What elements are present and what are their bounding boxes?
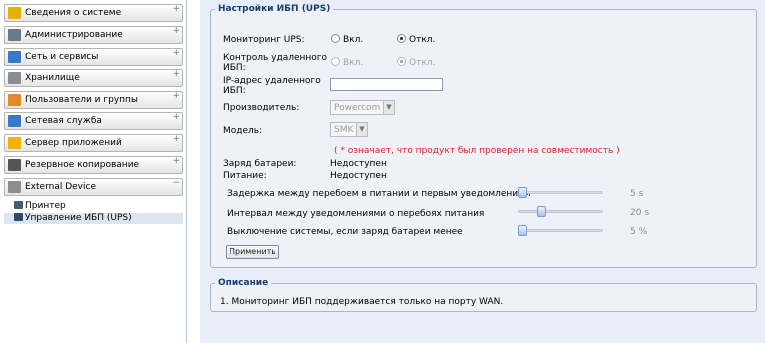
collapse-toggle-icon[interactable]: − [172,178,180,188]
main-panel: Настройки ИБП (UPS) Мониторинг UPS: Вкл.… [200,0,765,343]
ups-icon [14,213,23,221]
sidebar-item-app-server[interactable]: Сервер приложений + [4,134,183,152]
sidebar-subitem-printer[interactable]: Принтер [14,201,66,212]
sidebar-subitem-ups[interactable]: Управление ИБП (UPS) [14,213,132,224]
expand-toggle-icon[interactable]: + [172,156,180,166]
slider-track [518,229,603,232]
monitoring-off-radio[interactable]: Откл. [397,34,435,45]
network-service-icon [8,115,21,127]
interval-value: 20 s [630,208,650,218]
expand-toggle-icon[interactable]: + [172,112,180,122]
battery-value: Недоступен [330,159,387,169]
description-legend: Описание [218,278,269,288]
apply-button[interactable]: Применить [226,245,279,259]
power-label: Питание: [223,171,267,181]
monitoring-off-label: Откл. [409,35,436,45]
battery-label: Заряд батареи: [223,159,297,169]
storage-icon [8,72,21,84]
sidebar-item-label: External Device [25,182,96,192]
remote-ip-input[interactable] [330,78,443,91]
chevron-down-icon: ▼ [356,123,367,136]
expand-toggle-icon[interactable]: + [172,134,180,144]
radio-icon [331,34,340,43]
sidebar-item-label: Пользователи и группы [25,95,139,105]
chevron-down-icon: ▼ [383,101,394,114]
compatibility-note: ( * означает, что продукт был проверен н… [334,146,620,156]
sidebar-subitem-label: Принтер [25,201,66,211]
manufacturer-value: Powercom [334,103,381,113]
slider-track [518,191,603,194]
network-icon [8,51,21,63]
interval-slider[interactable] [518,206,603,218]
monitoring-on-label: Вкл. [343,35,364,45]
remote-control-label-line1: Контроль удаленного [223,53,328,63]
remote-ip-label-line1: IP-адрес удаленного [223,76,321,86]
radio-checked-icon [397,34,406,43]
backup-icon [8,159,21,171]
model-select[interactable]: SMK ▼ [330,122,368,137]
slider-thumb[interactable] [537,206,546,217]
sidebar-subitem-label: Управление ИБП (UPS) [25,213,132,223]
sidebar-item-network-services[interactable]: Сеть и сервисы + [4,48,183,66]
remote-control-label-line2: ИБП: [223,63,246,73]
remote-off-radio[interactable]: Откл. [397,57,435,68]
sidebar-item-network-service[interactable]: Сетевая служба + [4,112,183,130]
sidebar-item-storage[interactable]: Хранилище + [4,69,183,87]
expand-toggle-icon[interactable]: + [172,48,180,58]
power-value: Недоступен [330,171,387,181]
external-device-icon [8,181,21,193]
model-value: SMK [334,125,354,135]
expand-toggle-icon[interactable]: + [172,91,180,101]
app-server-icon [8,137,21,149]
sidebar-item-label: Сеть и сервисы [25,52,99,62]
sidebar-item-label: Резервное копирование [25,160,140,170]
expand-toggle-icon[interactable]: + [172,26,180,36]
remote-on-label: Вкл. [343,58,364,68]
manufacturer-select[interactable]: Powercom ▼ [330,100,395,115]
delay-slider[interactable] [518,187,603,199]
shutdown-value: 5 % [630,227,648,237]
users-icon [8,94,21,106]
sidebar-item-external-device[interactable]: External Device − [4,178,183,196]
interval-label: Интервал между уведомлениями о перебоях … [227,209,485,219]
sidebar: Сведения о системе + Администрирование +… [0,0,187,343]
radio-checked-icon [397,57,406,66]
expand-toggle-icon[interactable]: + [172,69,180,79]
sidebar-item-administration[interactable]: Администрирование + [4,26,183,44]
remote-ip-label: IP-адрес удаленного ИБП: [223,76,321,96]
sidebar-item-users-groups[interactable]: Пользователи и группы + [4,91,183,109]
shutdown-label: Выключение системы, если заряд батареи м… [227,227,463,237]
sidebar-item-label: Администрирование [25,30,123,40]
remote-off-label: Откл. [409,58,436,68]
delay-label: Задержка между перебоем в питании и перв… [227,189,531,199]
remote-on-radio[interactable]: Вкл. [331,57,363,68]
expand-toggle-icon[interactable]: + [172,4,180,14]
sidebar-item-backup[interactable]: Резервное копирование + [4,156,183,174]
remote-ip-label-line2: ИБП: [223,86,246,96]
delay-value: 5 s [630,189,644,199]
sidebar-item-label: Сетевая служба [25,116,102,126]
model-label: Модель: [223,126,263,136]
slider-thumb[interactable] [518,225,527,236]
remote-control-label: Контроль удаленного ИБП: [223,53,327,73]
monitoring-label: Мониторинг UPS: [223,35,305,45]
sidebar-item-system-info[interactable]: Сведения о системе + [4,4,183,22]
sidebar-item-label: Сведения о системе [25,8,122,18]
slider-thumb[interactable] [518,187,527,198]
shutdown-slider[interactable] [518,225,603,237]
radio-icon [331,57,340,66]
sidebar-item-label: Сервер приложений [25,138,122,148]
ups-settings-legend: Настройки ИБП (UPS) [218,4,331,14]
info-icon [8,7,21,19]
printer-icon [14,201,23,209]
description-text: 1. Мониторинг ИБП поддерживается только … [220,297,504,307]
monitoring-on-radio[interactable]: Вкл. [331,34,363,45]
tools-icon [8,29,21,41]
sidebar-item-label: Хранилище [25,73,80,83]
manufacturer-label: Производитель: [223,103,300,113]
slider-track [518,210,603,213]
